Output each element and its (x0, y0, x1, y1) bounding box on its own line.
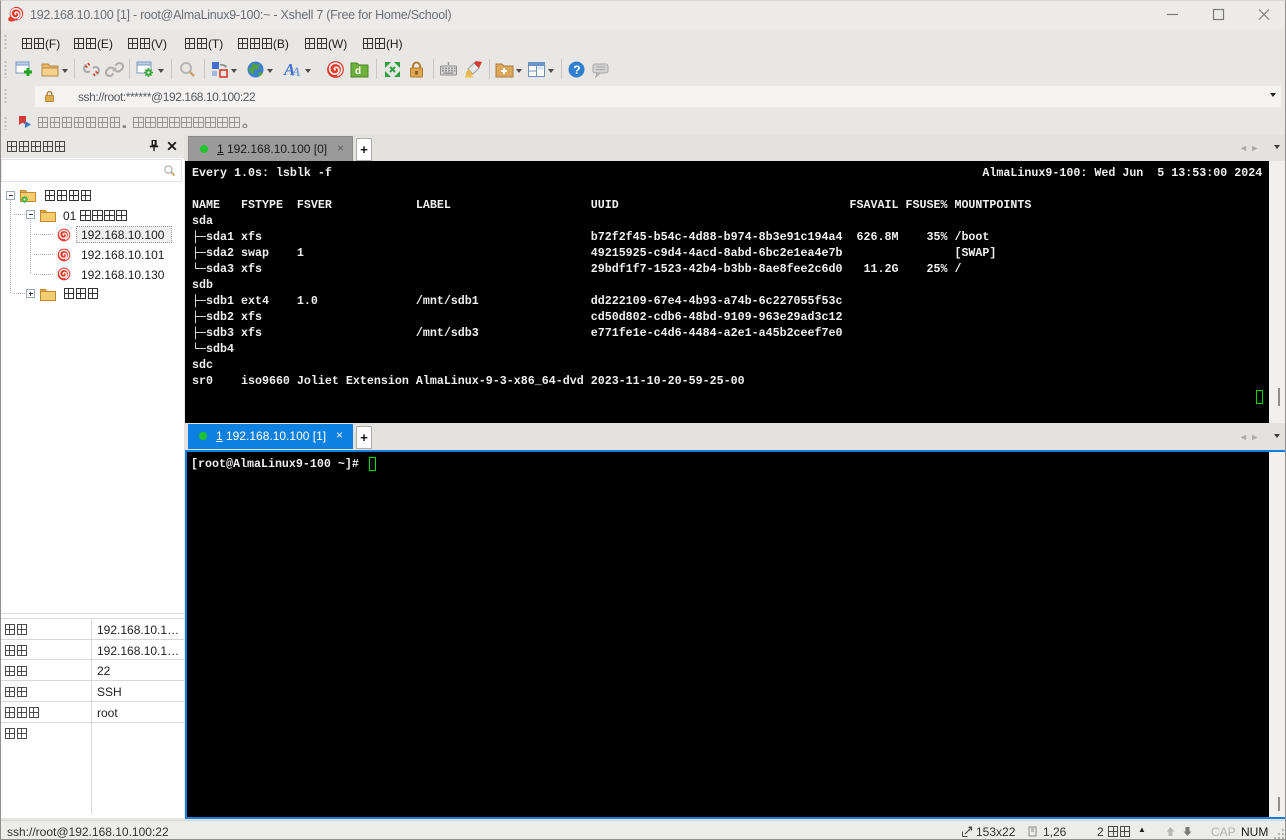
svg-text:d: d (355, 66, 361, 77)
svg-text:?: ? (573, 63, 580, 77)
svg-text:A: A (291, 64, 301, 79)
